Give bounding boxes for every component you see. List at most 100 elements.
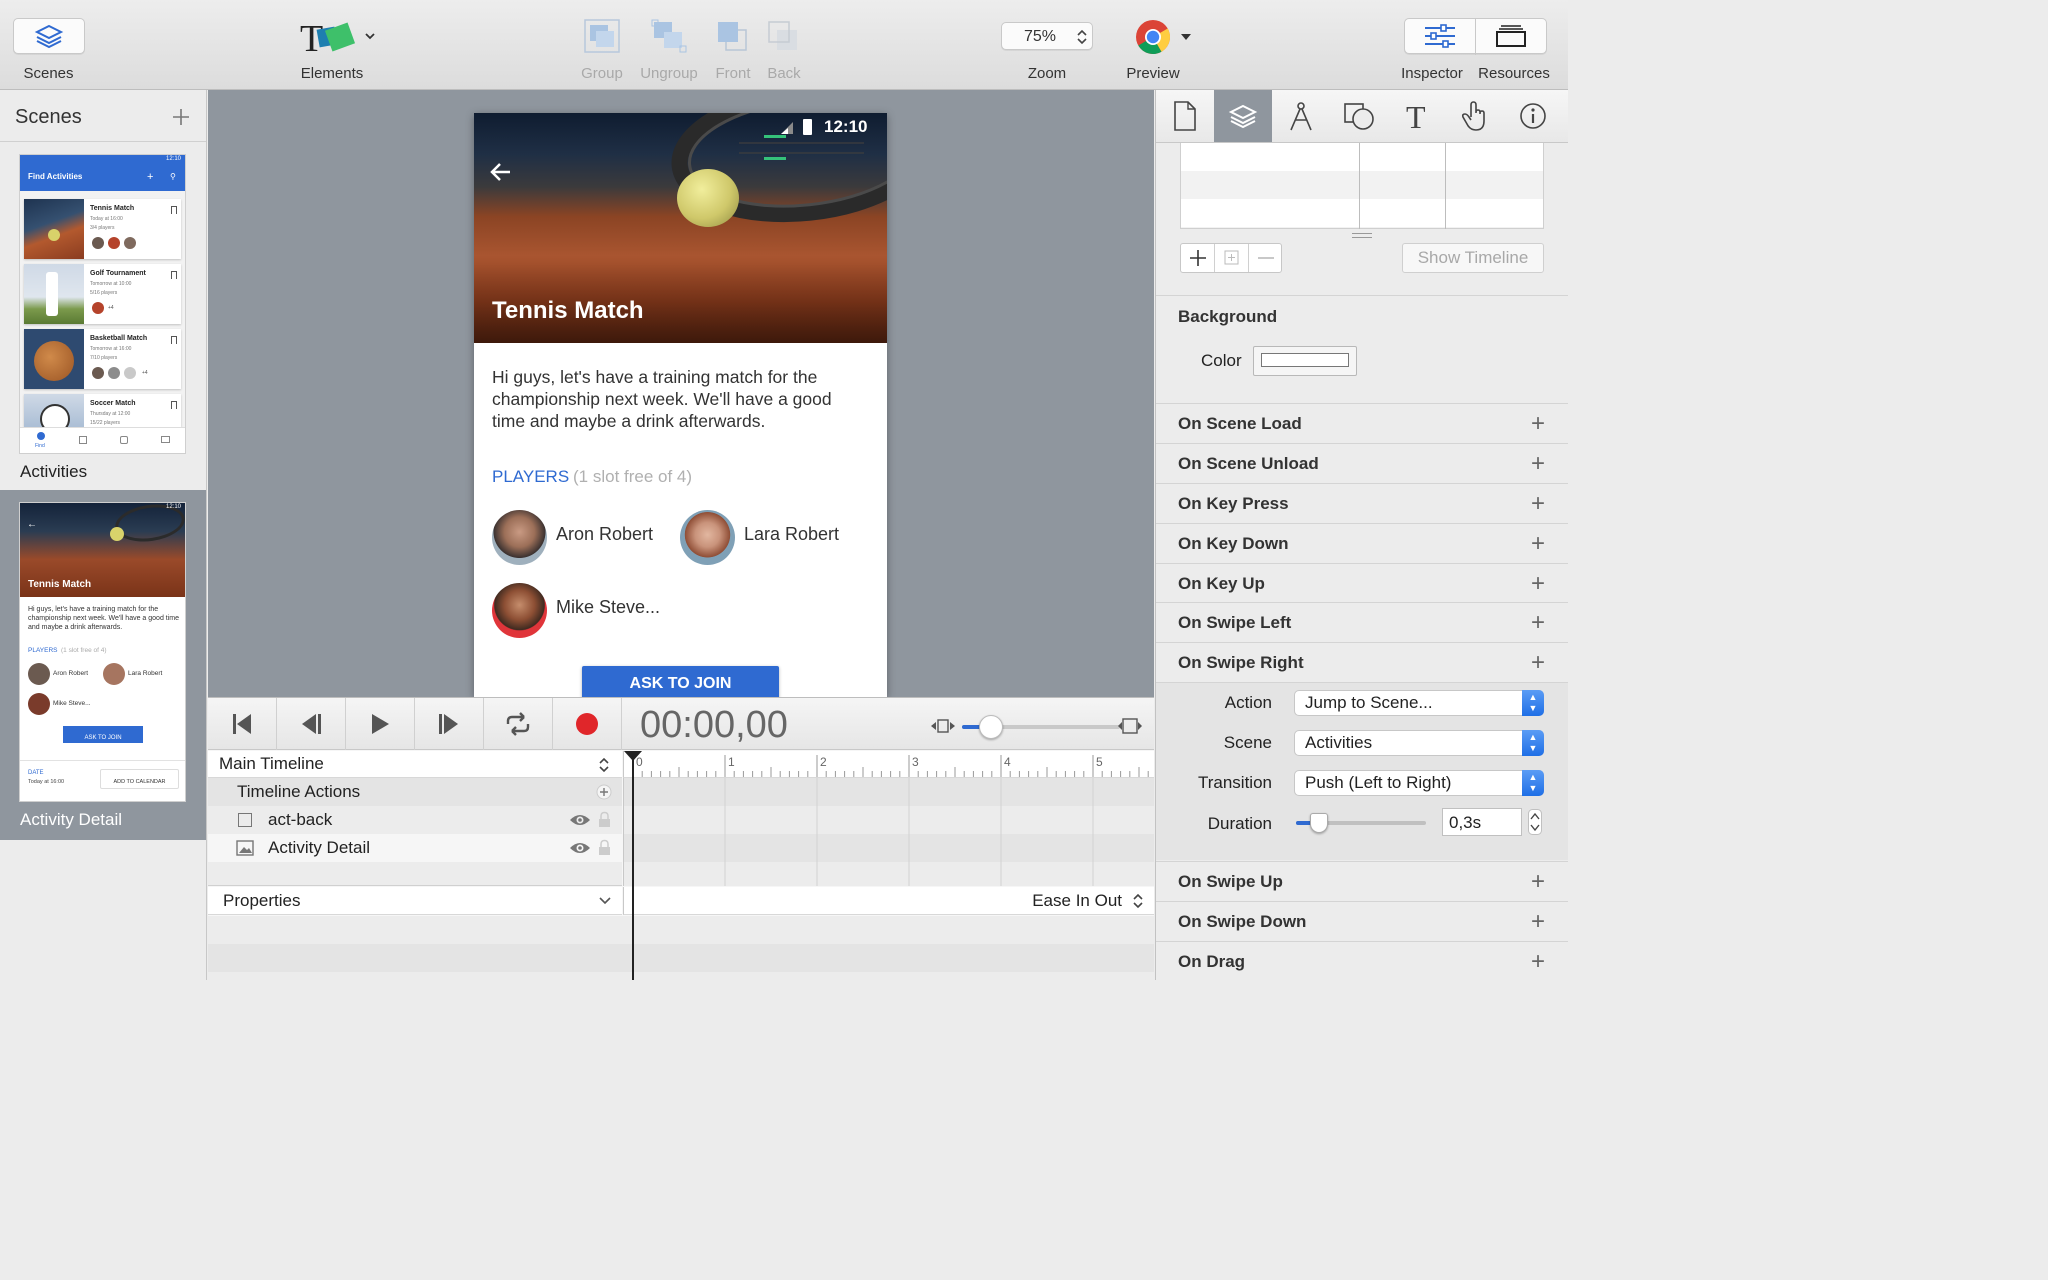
ask-to-join-button[interactable]: ASK TO JOIN bbox=[582, 666, 779, 697]
thumb-card-title: Basketball Match bbox=[90, 335, 148, 342]
plus-icon[interactable]: + bbox=[1531, 450, 1545, 478]
plus-icon[interactable]: + bbox=[1531, 908, 1545, 936]
zoom-out-timeline-icon[interactable] bbox=[930, 718, 956, 734]
zoom-stepper[interactable]: 75% bbox=[1001, 22, 1093, 50]
front-button[interactable] bbox=[714, 18, 750, 54]
lock-icon[interactable] bbox=[598, 839, 611, 856]
group-button[interactable] bbox=[581, 16, 623, 56]
inspector-tabs: T bbox=[1156, 90, 1568, 143]
phone-artboard[interactable]: 12:10 Tennis Match Hi guys, let's have a… bbox=[474, 113, 887, 697]
layer-row[interactable]: Activity Detail bbox=[208, 834, 622, 862]
elements-button[interactable]: T bbox=[298, 18, 378, 60]
scene-item-activities[interactable]: 12:10 Find Activities + ⚲ Tennis Match T… bbox=[0, 142, 206, 490]
back-button[interactable] bbox=[765, 18, 801, 54]
plus-icon[interactable]: + bbox=[1531, 609, 1545, 637]
add-scene-button[interactable] bbox=[170, 106, 192, 128]
plus-icon[interactable]: + bbox=[1531, 868, 1545, 896]
plus-icon[interactable]: + bbox=[1531, 649, 1545, 677]
stepper-arrows-icon[interactable] bbox=[1076, 28, 1088, 46]
scenes-toggle-button[interactable] bbox=[13, 18, 85, 54]
thumb-card-image bbox=[24, 199, 84, 259]
eye-icon[interactable] bbox=[569, 813, 591, 827]
skip-start-icon bbox=[233, 714, 251, 734]
timeline-actions-row[interactable]: Timeline Actions bbox=[208, 778, 622, 806]
duration-slider-knob[interactable] bbox=[1310, 813, 1329, 833]
ruler-label: 1 bbox=[728, 755, 735, 769]
back-arrow-button[interactable] bbox=[488, 159, 514, 185]
timeline-zoom-slider[interactable] bbox=[962, 715, 1120, 739]
easing-select[interactable]: Ease In Out bbox=[623, 887, 1154, 915]
event-on-scene-unload[interactable]: On Scene Unload + bbox=[1156, 443, 1568, 483]
plus-icon[interactable]: + bbox=[1531, 570, 1545, 598]
inspector-button[interactable] bbox=[1404, 18, 1476, 54]
zoom-label: Zoom bbox=[1027, 65, 1067, 82]
duplicate-row-button[interactable] bbox=[1215, 244, 1249, 272]
step-back-button[interactable] bbox=[277, 698, 346, 750]
preview-button[interactable] bbox=[1134, 18, 1196, 56]
properties-select[interactable]: Properties bbox=[208, 887, 622, 915]
loop-button[interactable] bbox=[484, 698, 553, 750]
thumb-card-title: Soccer Match bbox=[90, 400, 136, 407]
tab-geometry[interactable] bbox=[1272, 90, 1330, 142]
play-button[interactable] bbox=[346, 698, 415, 750]
preview-label: Preview bbox=[1126, 65, 1180, 82]
event-on-swipe-right[interactable]: On Swipe Right + bbox=[1156, 642, 1568, 682]
remove-row-button[interactable] bbox=[1249, 244, 1283, 272]
event-on-scene-load[interactable]: On Scene Load + bbox=[1156, 403, 1568, 443]
lock-icon[interactable] bbox=[598, 811, 611, 828]
plus-icon[interactable]: + bbox=[1531, 490, 1545, 518]
ungroup-button[interactable] bbox=[648, 16, 690, 56]
tab-shape[interactable] bbox=[1330, 90, 1388, 142]
tab-document[interactable] bbox=[1156, 90, 1214, 142]
tab-text[interactable]: T bbox=[1388, 90, 1446, 142]
event-on-drag[interactable]: On Drag + bbox=[1156, 941, 1568, 980]
go-to-start-button[interactable] bbox=[208, 698, 277, 750]
zoom-in-timeline-icon[interactable] bbox=[1117, 718, 1143, 734]
duration-slider[interactable] bbox=[1296, 813, 1426, 833]
event-on-swipe-left[interactable]: On Swipe Left + bbox=[1156, 602, 1568, 642]
event-on-key-press[interactable]: On Key Press + bbox=[1156, 483, 1568, 523]
layer-row[interactable]: act-back bbox=[208, 806, 622, 834]
transition-select[interactable]: Push (Left to Right) ▲ ▼ bbox=[1294, 770, 1544, 796]
event-on-swipe-up[interactable]: On Swipe Up + bbox=[1156, 861, 1568, 901]
stepper-arrows-icon[interactable] bbox=[1528, 809, 1542, 835]
event-on-swipe-down[interactable]: On Swipe Down + bbox=[1156, 901, 1568, 941]
scene-item-activity-detail[interactable]: 12:10 ← Tennis Match Hi guys, let's have… bbox=[0, 490, 206, 840]
scenes-panel: Scenes 12:10 Find Activities + ⚲ Tennis … bbox=[0, 90, 207, 980]
event-on-key-up[interactable]: On Key Up + bbox=[1156, 563, 1568, 603]
playhead-handle[interactable] bbox=[624, 751, 642, 761]
duration-label: Duration bbox=[1207, 814, 1272, 833]
tab-interaction[interactable] bbox=[1446, 90, 1504, 142]
thumb-card-line1: Tomorrow at 16:00 bbox=[90, 346, 132, 352]
thumb-card-title: Tennis Match bbox=[90, 205, 135, 212]
slider-knob[interactable] bbox=[979, 715, 1003, 739]
scene-thumbnail: 12:10 Find Activities + ⚲ Tennis Match T… bbox=[19, 154, 186, 454]
tab-info[interactable] bbox=[1504, 90, 1562, 142]
background-color-well[interactable] bbox=[1253, 346, 1357, 376]
plus-icon[interactable]: + bbox=[1531, 410, 1545, 438]
add-row-button[interactable] bbox=[1181, 244, 1215, 272]
thumb-card-line1: Today at 16:00 bbox=[90, 216, 123, 222]
resources-button[interactable] bbox=[1475, 18, 1547, 54]
record-button[interactable] bbox=[553, 698, 622, 750]
duration-input[interactable]: 0,3s bbox=[1442, 808, 1522, 836]
plus-icon[interactable]: + bbox=[1531, 948, 1545, 976]
eye-icon[interactable] bbox=[569, 841, 591, 855]
layer-name: Activity Detail bbox=[268, 838, 371, 857]
playhead[interactable] bbox=[624, 751, 642, 980]
select-arrows-icon: ▲ ▼ bbox=[1522, 770, 1544, 796]
slot-text: (1 slot free of 4) bbox=[573, 467, 693, 486]
resize-handle[interactable] bbox=[1352, 233, 1372, 238]
event-on-key-down[interactable]: On Key Down + bbox=[1156, 523, 1568, 563]
main-timeline-select[interactable]: Main Timeline bbox=[208, 751, 622, 778]
chevron-down-icon bbox=[599, 897, 611, 905]
plus-icon[interactable]: + bbox=[1531, 530, 1545, 558]
scene-select[interactable]: Activities ▲ ▼ bbox=[1294, 730, 1544, 756]
action-select[interactable]: Jump to Scene... ▲ ▼ bbox=[1294, 690, 1544, 716]
duplicate-icon bbox=[1224, 250, 1239, 265]
players-label: PLAYERS bbox=[492, 467, 570, 486]
tab-layers[interactable] bbox=[1214, 90, 1272, 142]
show-timeline-button[interactable]: Show Timeline bbox=[1402, 243, 1544, 273]
step-forward-button[interactable] bbox=[415, 698, 484, 750]
add-action-icon[interactable] bbox=[596, 784, 612, 800]
